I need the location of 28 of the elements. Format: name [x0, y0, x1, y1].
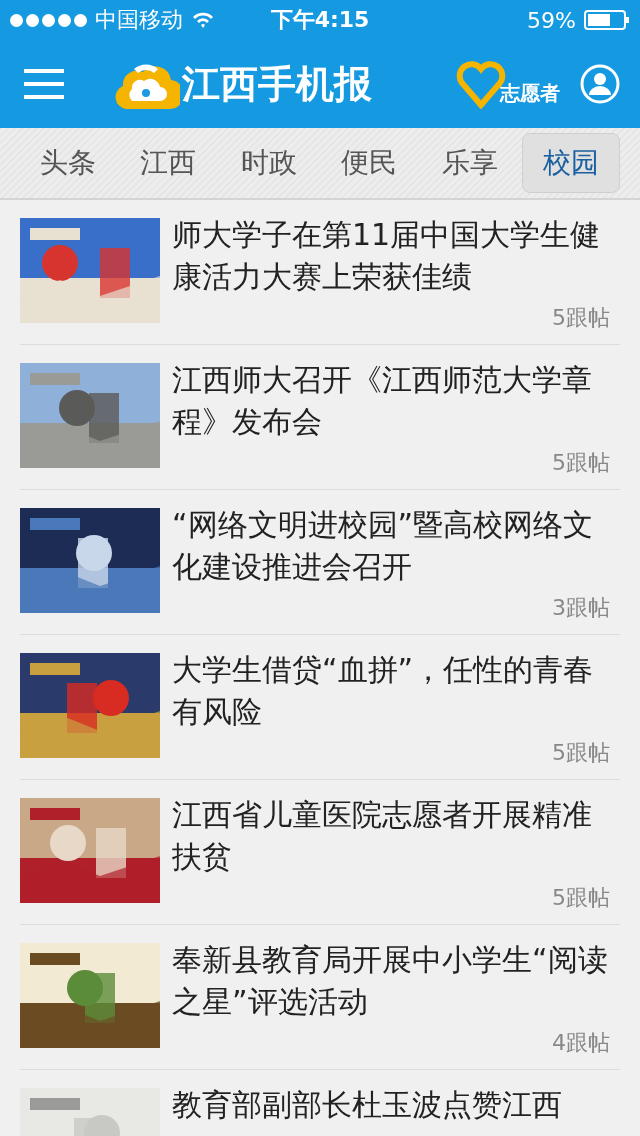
menu-button[interactable] [24, 68, 64, 100]
wifi-icon [191, 11, 215, 29]
article-title[interactable]: 大学生借贷“血拼”，任性的青春有风险 [172, 649, 620, 733]
article-title[interactable]: 教育部副部长杜玉波点赞江西 [172, 1084, 620, 1126]
category-tab[interactable]: 校园 [521, 133, 620, 193]
article-title[interactable]: “网络文明进校园”暨高校网络文化建设推进会召开 [172, 504, 620, 588]
reply-count: 5跟帖 [552, 739, 610, 767]
profile-button[interactable] [580, 64, 620, 104]
article-title[interactable]: 奉新县教育局开展中小学生“阅读之星”评选活动 [172, 939, 620, 1023]
article-title[interactable]: 江西省儿童医院志愿者开展精准扶贫 [172, 794, 620, 878]
app-logo-text: 江西手机报 [182, 60, 372, 108]
reply-count: 5跟帖 [552, 449, 610, 477]
category-tab[interactable]: 江西 [120, 134, 217, 192]
status-time: 下午4:15 [270, 6, 370, 34]
reply-count: 5跟帖 [552, 884, 610, 912]
signal-icon [10, 13, 87, 27]
category-tab[interactable]: 时政 [220, 134, 317, 192]
article-title[interactable]: 江西师大召开《江西师范大学章程》发布会 [172, 359, 620, 443]
article-title[interactable]: 师大学子在第11届中国大学生健康活力大赛上荣获佳绩 [172, 214, 620, 298]
reply-count: 5跟帖 [552, 304, 610, 332]
category-tab[interactable]: 头条 [20, 134, 116, 192]
reply-count: 3跟帖 [552, 594, 610, 622]
reply-count: 4跟帖 [552, 1029, 610, 1057]
battery-icon [584, 9, 630, 31]
battery-percent: 59% [527, 7, 576, 33]
category-tab[interactable]: 便民 [321, 134, 418, 192]
category-tab[interactable]: 乐享 [421, 134, 518, 192]
carrier-name: 中国移动 [95, 6, 183, 34]
